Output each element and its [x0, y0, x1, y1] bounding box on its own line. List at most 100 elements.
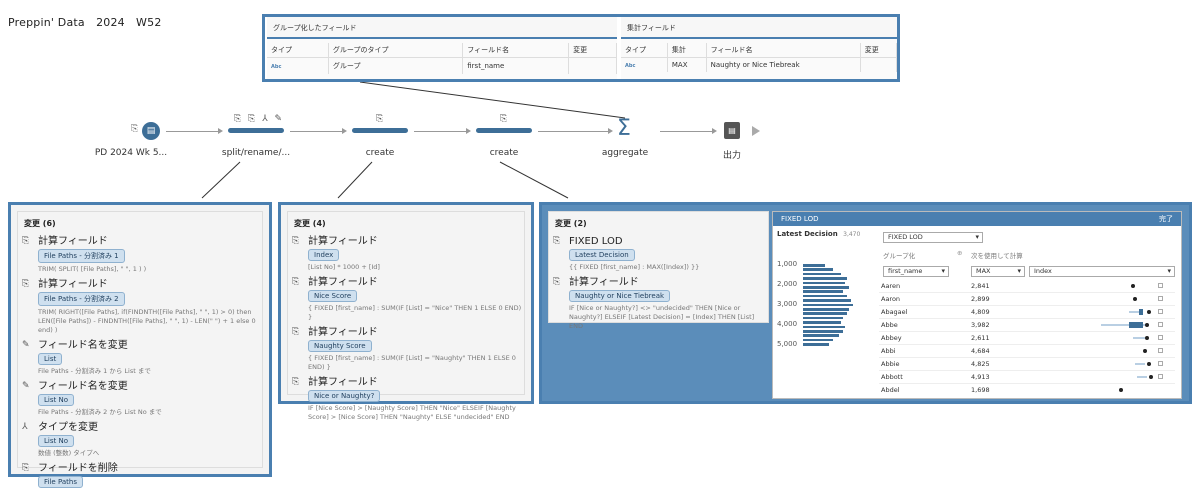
histogram-bar — [803, 290, 843, 293]
value-range — [1137, 376, 1147, 378]
row-checkbox[interactable] — [1158, 374, 1163, 379]
clean-step-node-1[interactable] — [228, 128, 284, 133]
lod-value: 4,913 — [971, 373, 990, 381]
value-box — [1139, 309, 1143, 315]
lod-value: 4,684 — [971, 347, 990, 355]
table-row[interactable]: Abbott 4,913 — [879, 371, 1175, 384]
table-row[interactable]: Abbe 3,982 — [879, 319, 1175, 332]
output-step-node[interactable]: ▤ — [724, 122, 740, 139]
row-checkbox[interactable] — [1158, 296, 1163, 301]
histogram-bar — [803, 272, 841, 276]
calc-text: {{ FIXED [first_name] : MAX([Index]) }} — [569, 263, 700, 271]
field-pill[interactable]: List No — [38, 435, 74, 447]
calc-field-icon: ⎘ — [292, 277, 300, 287]
group-field-select[interactable]: first_name — [883, 266, 949, 277]
grouped-fields-title: グループ化したフィールド — [267, 17, 617, 39]
field-pill[interactable]: Nice Score — [308, 290, 358, 302]
step-label-clean-1[interactable]: split/rename/... — [201, 148, 311, 158]
change-item[interactable]: ⎘ フィールドを削除 File Paths — [18, 462, 262, 490]
add-group-icon[interactable]: ⊕ — [957, 249, 962, 257]
changes-panel-create-1: 変更 (4) ⎘ 計算フィールド Index [List No] * 1000 … — [278, 202, 534, 421]
lod-value: 2,899 — [971, 295, 990, 303]
step-label-input[interactable]: PD 2024 Wk 5... — [76, 148, 186, 158]
field-pill[interactable]: File Paths - 分割済み 2 — [38, 292, 125, 306]
change-item[interactable]: ⎘ 計算フィールド File Paths - 分割済み 1 TRIM( SPLI… — [18, 235, 262, 274]
calc-text: 数値 (整数) タイプへ — [38, 449, 100, 457]
change-item[interactable]: ⎘ 計算フィールド Nice Score { FIXED [first_name… — [288, 276, 524, 322]
row-checkbox[interactable] — [1158, 322, 1163, 327]
table-row[interactable]: Abc MAX Naughty or Nice Tiebreak — [621, 57, 898, 72]
lod-field-profile: Latest Decision 3,470 1,000 2,000 3,000 … — [777, 230, 875, 396]
change-item[interactable]: ⎘ 計算フィールド Nice or Naughty? IF [Nice Scor… — [288, 376, 524, 422]
change-item[interactable]: ✎ フィールド名を変更 List No File Paths - 分割済み 2 … — [18, 380, 262, 417]
group-value: Abbe — [881, 321, 898, 329]
table-row[interactable]: Abbie 4,825 — [879, 358, 1175, 371]
col-group-type: グループのタイプ — [328, 43, 464, 58]
value-dot — [1147, 310, 1151, 314]
col-type: タイプ — [267, 43, 329, 58]
changes-panel-split: 変更 (6) ⎘ 計算フィールド File Paths - 分割済み 1 TRI… — [8, 202, 272, 488]
changes-list: 変更 (6) ⎘ 計算フィールド File Paths - 分割済み 1 TRI… — [17, 211, 263, 488]
group-value: Abbey — [881, 334, 902, 342]
row-checkbox[interactable] — [1158, 309, 1163, 314]
flow-connector — [414, 131, 466, 132]
lod-type-select[interactable]: FIXED LOD — [883, 232, 983, 243]
group-value: Abbott — [881, 373, 903, 381]
aggregate-field-select[interactable]: Index — [1029, 266, 1175, 277]
field-pill[interactable]: Naughty Score — [308, 340, 372, 352]
histogram-bar — [803, 286, 849, 289]
field-pill[interactable]: Index — [308, 249, 340, 261]
fixed-lod-editor: FIXED LOD 完了 Latest Decision 3,470 1,000… — [772, 211, 1182, 399]
calc-text: File Paths - 分割済み 1 から List まで — [38, 367, 151, 375]
calc-text: TRIM( RIGHT([File Paths], if(FINDNTH([Fi… — [38, 308, 256, 334]
table-row[interactable]: Abbey 2,611 — [879, 332, 1175, 345]
change-name: 計算フィールド — [569, 277, 639, 288]
y-tick-label: 5,000 — [777, 340, 798, 348]
table-row[interactable]: Aaron 2,899 — [879, 293, 1175, 306]
row-checkbox[interactable] — [1158, 283, 1163, 288]
row-checkbox[interactable] — [1158, 335, 1163, 340]
change-item[interactable]: ⎘ 計算フィールド Naughty or Nice Tiebreak IF [N… — [549, 276, 768, 331]
table-row[interactable]: Aaren 2,841 — [879, 280, 1175, 293]
histogram-bar — [803, 321, 841, 324]
field-pill[interactable]: List — [38, 353, 63, 365]
change-item[interactable]: ⅄ タイプを変更 List No 数値 (整数) タイプへ — [18, 421, 262, 458]
done-button[interactable]: 完了 — [1159, 212, 1173, 226]
group-by-label: グループ化 — [883, 252, 916, 260]
field-pill[interactable]: File Paths - 分割済み 1 — [38, 249, 125, 263]
profile-field-count: 3,470 — [843, 231, 861, 238]
group-value: Abagael — [881, 308, 908, 316]
table-row[interactable]: Abagael 4,809 — [879, 306, 1175, 319]
field-pill[interactable]: Nice or Naughty? — [308, 390, 381, 402]
aggregation-select[interactable]: MAX — [971, 266, 1025, 277]
input-step-node[interactable]: ▤ — [142, 122, 160, 140]
change-item[interactable]: ✎ フィールド名を変更 List File Paths - 分割済み 1 から … — [18, 339, 262, 376]
aggregated-fields-title: 集計フィールド — [621, 17, 897, 39]
clean-step-node-3[interactable] — [476, 128, 532, 133]
step-label-clean-3[interactable]: create — [449, 148, 559, 158]
change-item[interactable]: ⎘ 計算フィールド Index [List No] * 1000 + [Id] — [288, 235, 524, 272]
change-item[interactable]: ⎘ FIXED LOD Latest Decision {{ FIXED [fi… — [549, 235, 768, 272]
sigma-icon[interactable]: Σ — [617, 116, 631, 141]
table-row[interactable]: Abbi 4,684 — [879, 345, 1175, 358]
field-pill[interactable]: Latest Decision — [569, 249, 635, 261]
arrow-icon — [342, 128, 347, 134]
row-checkbox[interactable] — [1158, 348, 1163, 353]
field-pill[interactable]: List No — [38, 394, 74, 406]
field-pill[interactable]: Naughty or Nice Tiebreak — [569, 290, 671, 302]
run-flow-icon[interactable] — [752, 126, 760, 136]
table-row[interactable]: Abc グループ first_name — [267, 57, 617, 74]
clean-step-icons: ⎘ — [500, 114, 510, 124]
change-cell — [860, 57, 898, 72]
change-item[interactable]: ⎘ 計算フィールド Naughty Score { FIXED [first_n… — [288, 326, 524, 372]
field-pill[interactable]: File Paths — [38, 476, 83, 488]
row-checkbox[interactable] — [1158, 361, 1163, 366]
step-label-output[interactable]: 出力 — [677, 148, 787, 161]
step-label-clean-2[interactable]: create — [325, 148, 435, 158]
change-name: 計算フィールド — [308, 236, 378, 247]
table-row[interactable]: Abdel 1,698 — [879, 384, 1175, 394]
step-label-aggregate[interactable]: aggregate — [570, 148, 680, 158]
clean-step-node-2[interactable] — [352, 128, 408, 133]
calc-text: [List No] * 1000 + [Id] — [308, 263, 380, 271]
change-item[interactable]: ⎘ 計算フィールド File Paths - 分割済み 2 TRIM( RIGH… — [18, 278, 262, 335]
